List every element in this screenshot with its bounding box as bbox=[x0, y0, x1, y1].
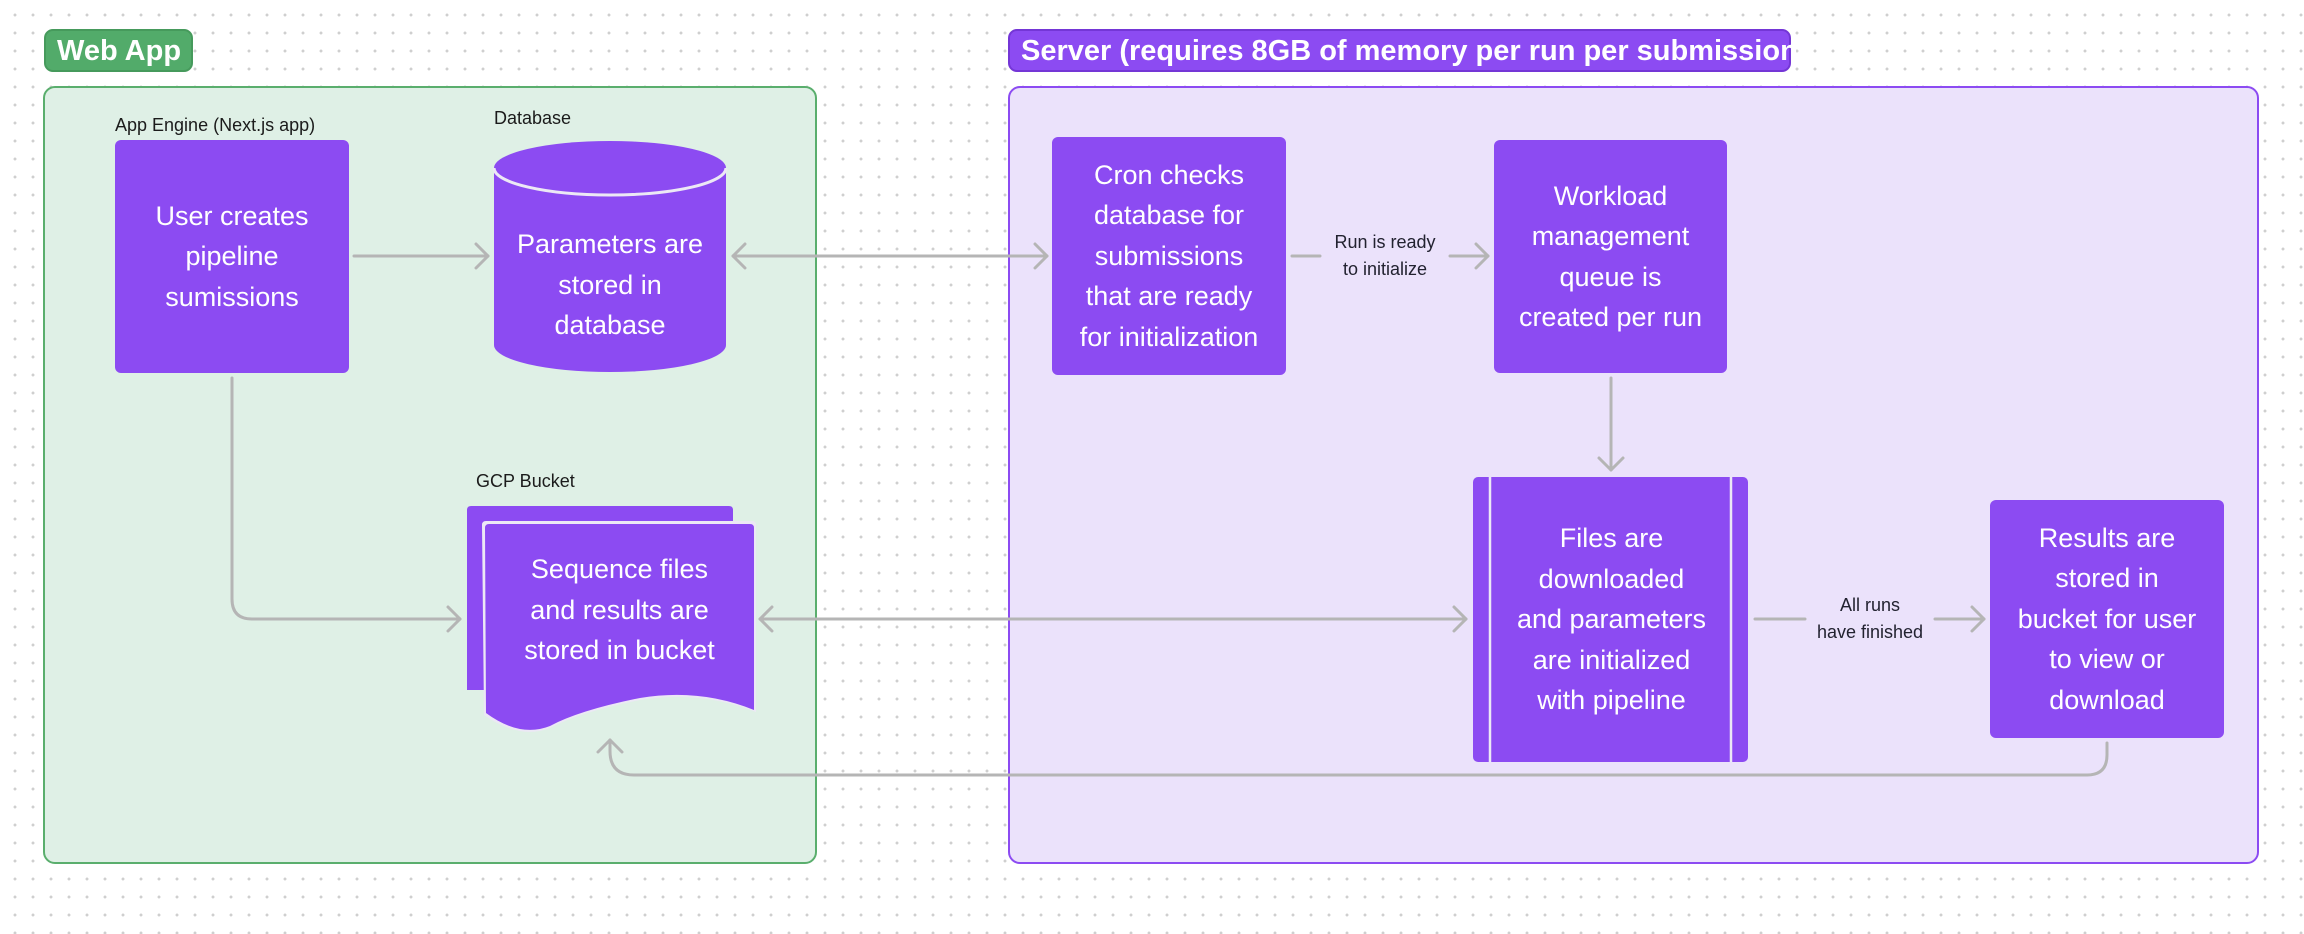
edge-appengine-to-database[interactable] bbox=[352, 242, 490, 270]
edge-workload-to-files[interactable] bbox=[1597, 376, 1625, 472]
edge-label-all-runs-finished: All runs have finished bbox=[1805, 592, 1935, 646]
edge-label-line: have finished bbox=[1816, 622, 1924, 642]
edge-label-run-ready: Run is ready to initialize bbox=[1320, 229, 1450, 283]
edge-results-to-bucket[interactable] bbox=[596, 738, 2109, 777]
edge-appengine-to-bucket[interactable] bbox=[230, 376, 462, 633]
edge-label-line: Run is ready bbox=[1334, 232, 1436, 252]
edge-label-line: to initialize bbox=[1342, 259, 1428, 279]
edge-label-line: All runs bbox=[1839, 595, 1901, 615]
edge-bucket-files-bidirectional[interactable] bbox=[758, 605, 1468, 633]
edges-layer bbox=[230, 242, 2109, 777]
edge-database-cron-bidirectional[interactable] bbox=[731, 242, 1049, 270]
